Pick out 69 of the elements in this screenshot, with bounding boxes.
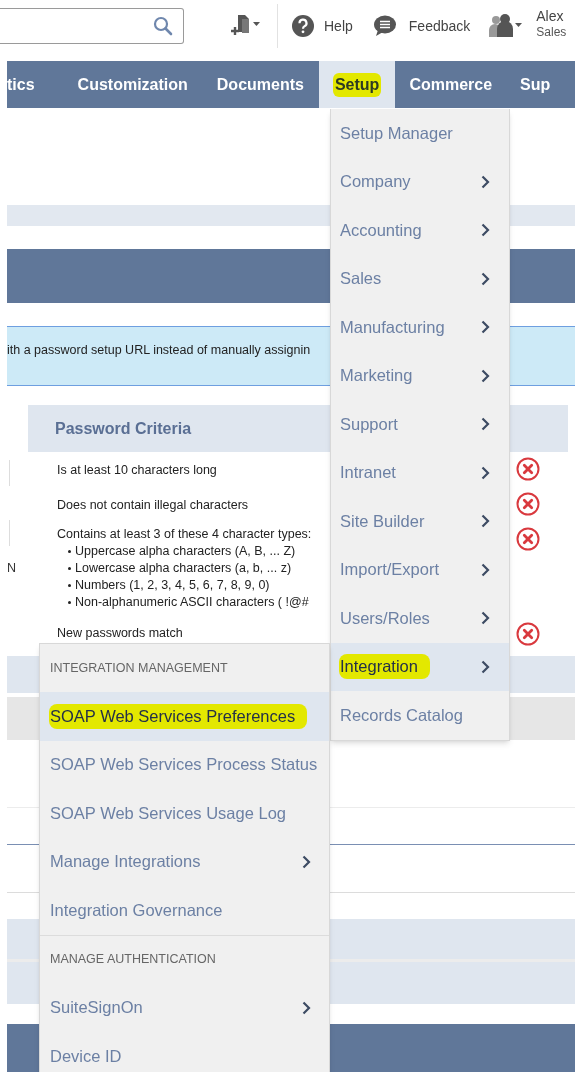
criterion-text: Lowercase alpha characters (a, b, ... z)	[75, 560, 292, 577]
chevron-icon	[481, 368, 490, 383]
menu-item[interactable]: Marketing	[331, 351, 509, 400]
chevron-icon	[481, 514, 490, 529]
search-field[interactable]	[0, 8, 184, 44]
menu-item[interactable]: Device ID	[40, 1032, 329, 1072]
chevron-icon	[481, 465, 490, 480]
menu-item[interactable]: Integration Governance	[40, 886, 329, 935]
error-icon	[516, 457, 540, 481]
account-name: Sales	[536, 24, 567, 40]
help-link[interactable]: Help	[324, 15, 353, 37]
nav-tab[interactable]: Documents	[201, 61, 319, 108]
criterion-text: Does not contain illegal characters	[57, 497, 249, 514]
nav-tab[interactable]: Customization	[63, 61, 202, 108]
chevron-icon	[481, 174, 490, 189]
chevron-icon	[481, 320, 490, 335]
nav-tab[interactable]: Commerce	[395, 61, 507, 108]
feedback-link[interactable]: Feedback	[408, 15, 471, 37]
menu-item[interactable]: SOAP Web Services Preferences	[40, 692, 329, 741]
menu-item[interactable]: Accounting	[331, 206, 509, 255]
chevron-icon	[302, 854, 311, 869]
menu-item[interactable]: Intranet	[331, 448, 509, 497]
criterion-text: Is at least 10 characters long	[57, 462, 217, 479]
menu-item[interactable]: Sales	[331, 254, 509, 303]
menu-section-header: MANAGE AUTHENTICATION	[50, 951, 216, 969]
chevron-icon	[481, 417, 490, 432]
menu-item[interactable]: Integration	[331, 642, 509, 691]
chevron-icon	[481, 271, 490, 286]
menu-item[interactable]: SOAP Web Services Process Status	[40, 740, 329, 789]
chevron-icon	[302, 1000, 311, 1015]
nav-tab[interactable]: Setup	[318, 61, 396, 108]
criterion-text: Numbers (1, 2, 3, 4, 5, 6, 7, 8, 9, 0)	[75, 577, 270, 594]
criterion-text: Non-alphanumeric ASCII characters ( !@#	[75, 594, 309, 611]
bullet-icon	[68, 550, 71, 553]
menu-item[interactable]: Manufacturing	[331, 303, 509, 352]
bullet-icon	[68, 567, 71, 570]
notice-text: ith a password setup URL instead of manually assignin	[7, 342, 312, 359]
chevron-icon	[481, 223, 490, 238]
menu-item[interactable]: Import/Export	[331, 545, 509, 594]
menu-item[interactable]: Support	[331, 400, 509, 449]
menu-item[interactable]: SuiteSignOn	[40, 983, 329, 1032]
help-icon[interactable]	[292, 15, 314, 37]
menu-item[interactable]: Company	[331, 157, 509, 206]
criterion-text: Uppercase alpha characters (A, B, ... Z)	[75, 543, 296, 560]
field-label: N	[7, 560, 17, 577]
menu-item[interactable]: Setup Manager	[331, 109, 509, 158]
menu-item[interactable]: Users/Roles	[331, 594, 509, 643]
user-group-icon[interactable]	[488, 13, 523, 39]
bullet-icon	[68, 601, 71, 604]
chevron-icon	[481, 659, 490, 674]
nav-tab[interactable]: Sup	[506, 61, 565, 108]
error-icon	[516, 622, 540, 646]
bullet-icon	[68, 584, 71, 587]
menu-section-header: INTEGRATION MANAGEMENT	[50, 659, 228, 677]
nav-tab[interactable]: tics	[7, 61, 50, 108]
criterion-text: Contains at least 3 of these 4 character types:	[57, 526, 312, 543]
menu-item[interactable]: SOAP Web Services Usage Log	[40, 789, 329, 838]
menu-item[interactable]: Manage Integrations	[40, 837, 329, 886]
menu-item[interactable]: Site Builder	[331, 497, 509, 546]
criteria-title: Password Criteria	[55, 418, 192, 439]
chevron-icon	[481, 562, 490, 577]
search-icon	[153, 16, 173, 36]
error-icon	[516, 492, 540, 516]
speech-bubble-icon[interactable]	[372, 15, 397, 37]
chevron-icon	[481, 611, 490, 626]
user-name: Alex	[536, 8, 565, 24]
menu-item[interactable]: Records Catalog	[331, 691, 509, 740]
criterion-text: New passwords match	[57, 625, 183, 642]
error-icon	[516, 527, 540, 551]
